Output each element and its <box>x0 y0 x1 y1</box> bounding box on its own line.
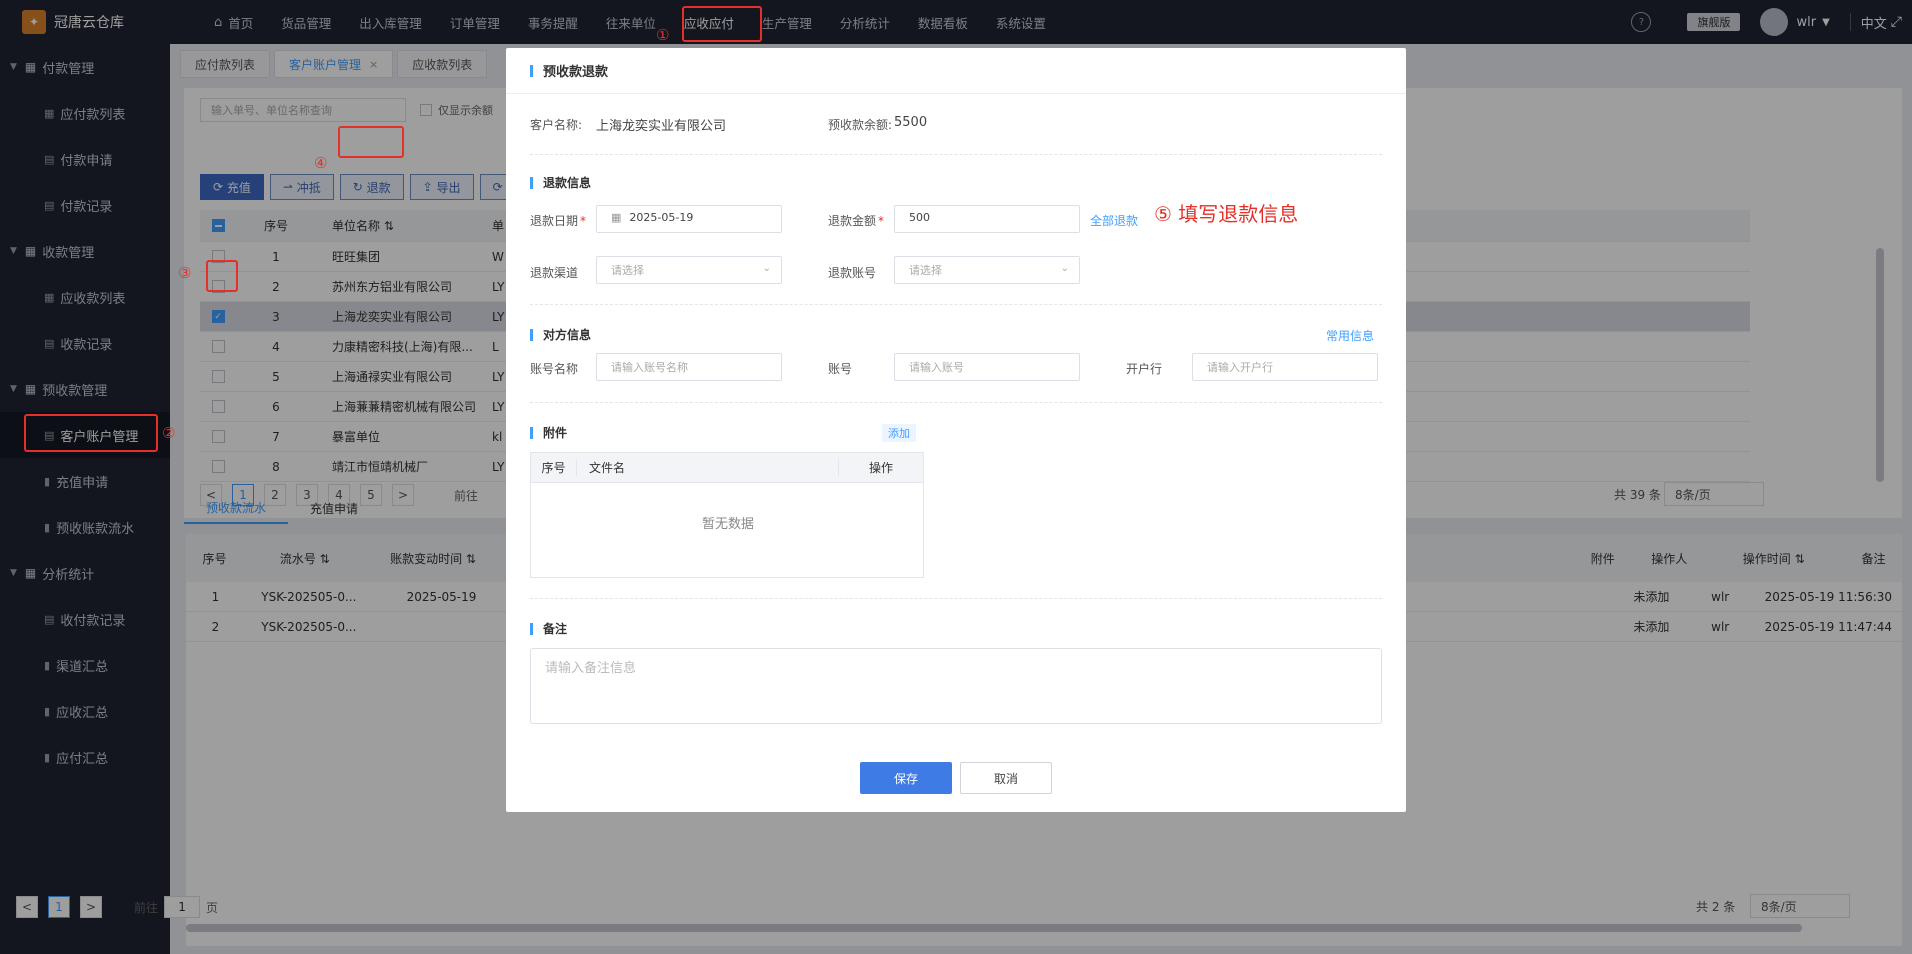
section-party-info: 对方信息 <box>530 326 591 343</box>
section-refund-info: 退款信息 <box>530 174 591 191</box>
customer-label: 客户名称: <box>530 118 583 132</box>
common-info-link[interactable]: 常用信息 <box>1326 327 1374 344</box>
add-attachment-button[interactable]: 添加 <box>882 424 916 442</box>
refund-all-link[interactable]: 全部退款 <box>1090 212 1138 229</box>
annotation-box-checkbox <box>206 260 238 292</box>
divider <box>530 154 1382 155</box>
account-name-label: 账号名称 <box>530 362 579 376</box>
divider <box>530 304 1382 305</box>
calendar-icon: ▦ <box>611 211 622 224</box>
title-bar <box>530 64 533 77</box>
annotation-box-refund <box>338 126 404 158</box>
annotation-box-sidebar <box>24 414 158 452</box>
divider <box>530 402 1382 403</box>
refund-amount-input[interactable]: 500 <box>894 205 1080 233</box>
account-number-label: 账号 <box>828 362 853 376</box>
bank-label: 开户行 <box>1126 362 1163 376</box>
divider <box>530 598 1382 599</box>
refund-date-label: 退款日期 * <box>530 214 587 228</box>
refund-date-input[interactable]: ▦ 2025-05-19 <box>596 205 782 233</box>
dialog-title: 预收款退款 <box>506 48 1406 94</box>
section-bar <box>530 328 533 341</box>
section-bar <box>530 176 533 189</box>
save-button[interactable]: 保存 <box>860 762 952 794</box>
balance-value: 5500 <box>894 115 928 130</box>
annotation-step-5: ⑤ 填写退款信息 <box>1154 202 1299 226</box>
cancel-button[interactable]: 取消 <box>960 762 1052 794</box>
refund-amount-label: 退款金额 * <box>828 214 885 228</box>
chevron-down-icon: ⌄ <box>762 263 771 274</box>
annotation-number-4: ④ <box>314 154 328 172</box>
annotation-number-1: ① <box>656 26 670 44</box>
refund-channel-select[interactable]: 请选择 ⌄ <box>596 256 782 284</box>
section-remark: 备注 <box>530 620 567 637</box>
section-bar <box>530 622 533 635</box>
refund-channel-label: 退款渠道 <box>530 266 579 280</box>
account-number-input[interactable]: 请输入账号 <box>894 353 1080 381</box>
annotation-number-2: ② <box>162 424 176 442</box>
bank-input[interactable]: 请输入开户行 <box>1192 353 1378 381</box>
annotation-box-nav <box>682 6 762 42</box>
refund-account-label: 退款账号 <box>828 266 877 280</box>
refund-account-select[interactable]: 请选择 ⌄ <box>894 256 1080 284</box>
refund-dialog: 预收款退款 客户名称: 上海龙奕实业有限公司 预收款余额: 5500 退款信息 … <box>506 48 1406 812</box>
section-bar <box>530 426 533 439</box>
section-attachments: 附件 <box>530 424 567 441</box>
attachment-table: 序号 文件名 操作 暂无数据 <box>530 452 924 578</box>
customer-value: 上海龙奕实业有限公司 <box>596 119 727 134</box>
chevron-down-icon: ⌄ <box>1060 263 1069 274</box>
remark-textarea[interactable]: 请输入备注信息 <box>530 648 1382 724</box>
balance-label: 预收款余额: <box>828 118 893 132</box>
empty-state: 暂无数据 <box>701 517 754 532</box>
annotation-number-3: ③ <box>178 264 192 282</box>
account-name-input[interactable]: 请输入账号名称 <box>596 353 782 381</box>
table-header: 序号 文件名 操作 <box>531 453 923 483</box>
